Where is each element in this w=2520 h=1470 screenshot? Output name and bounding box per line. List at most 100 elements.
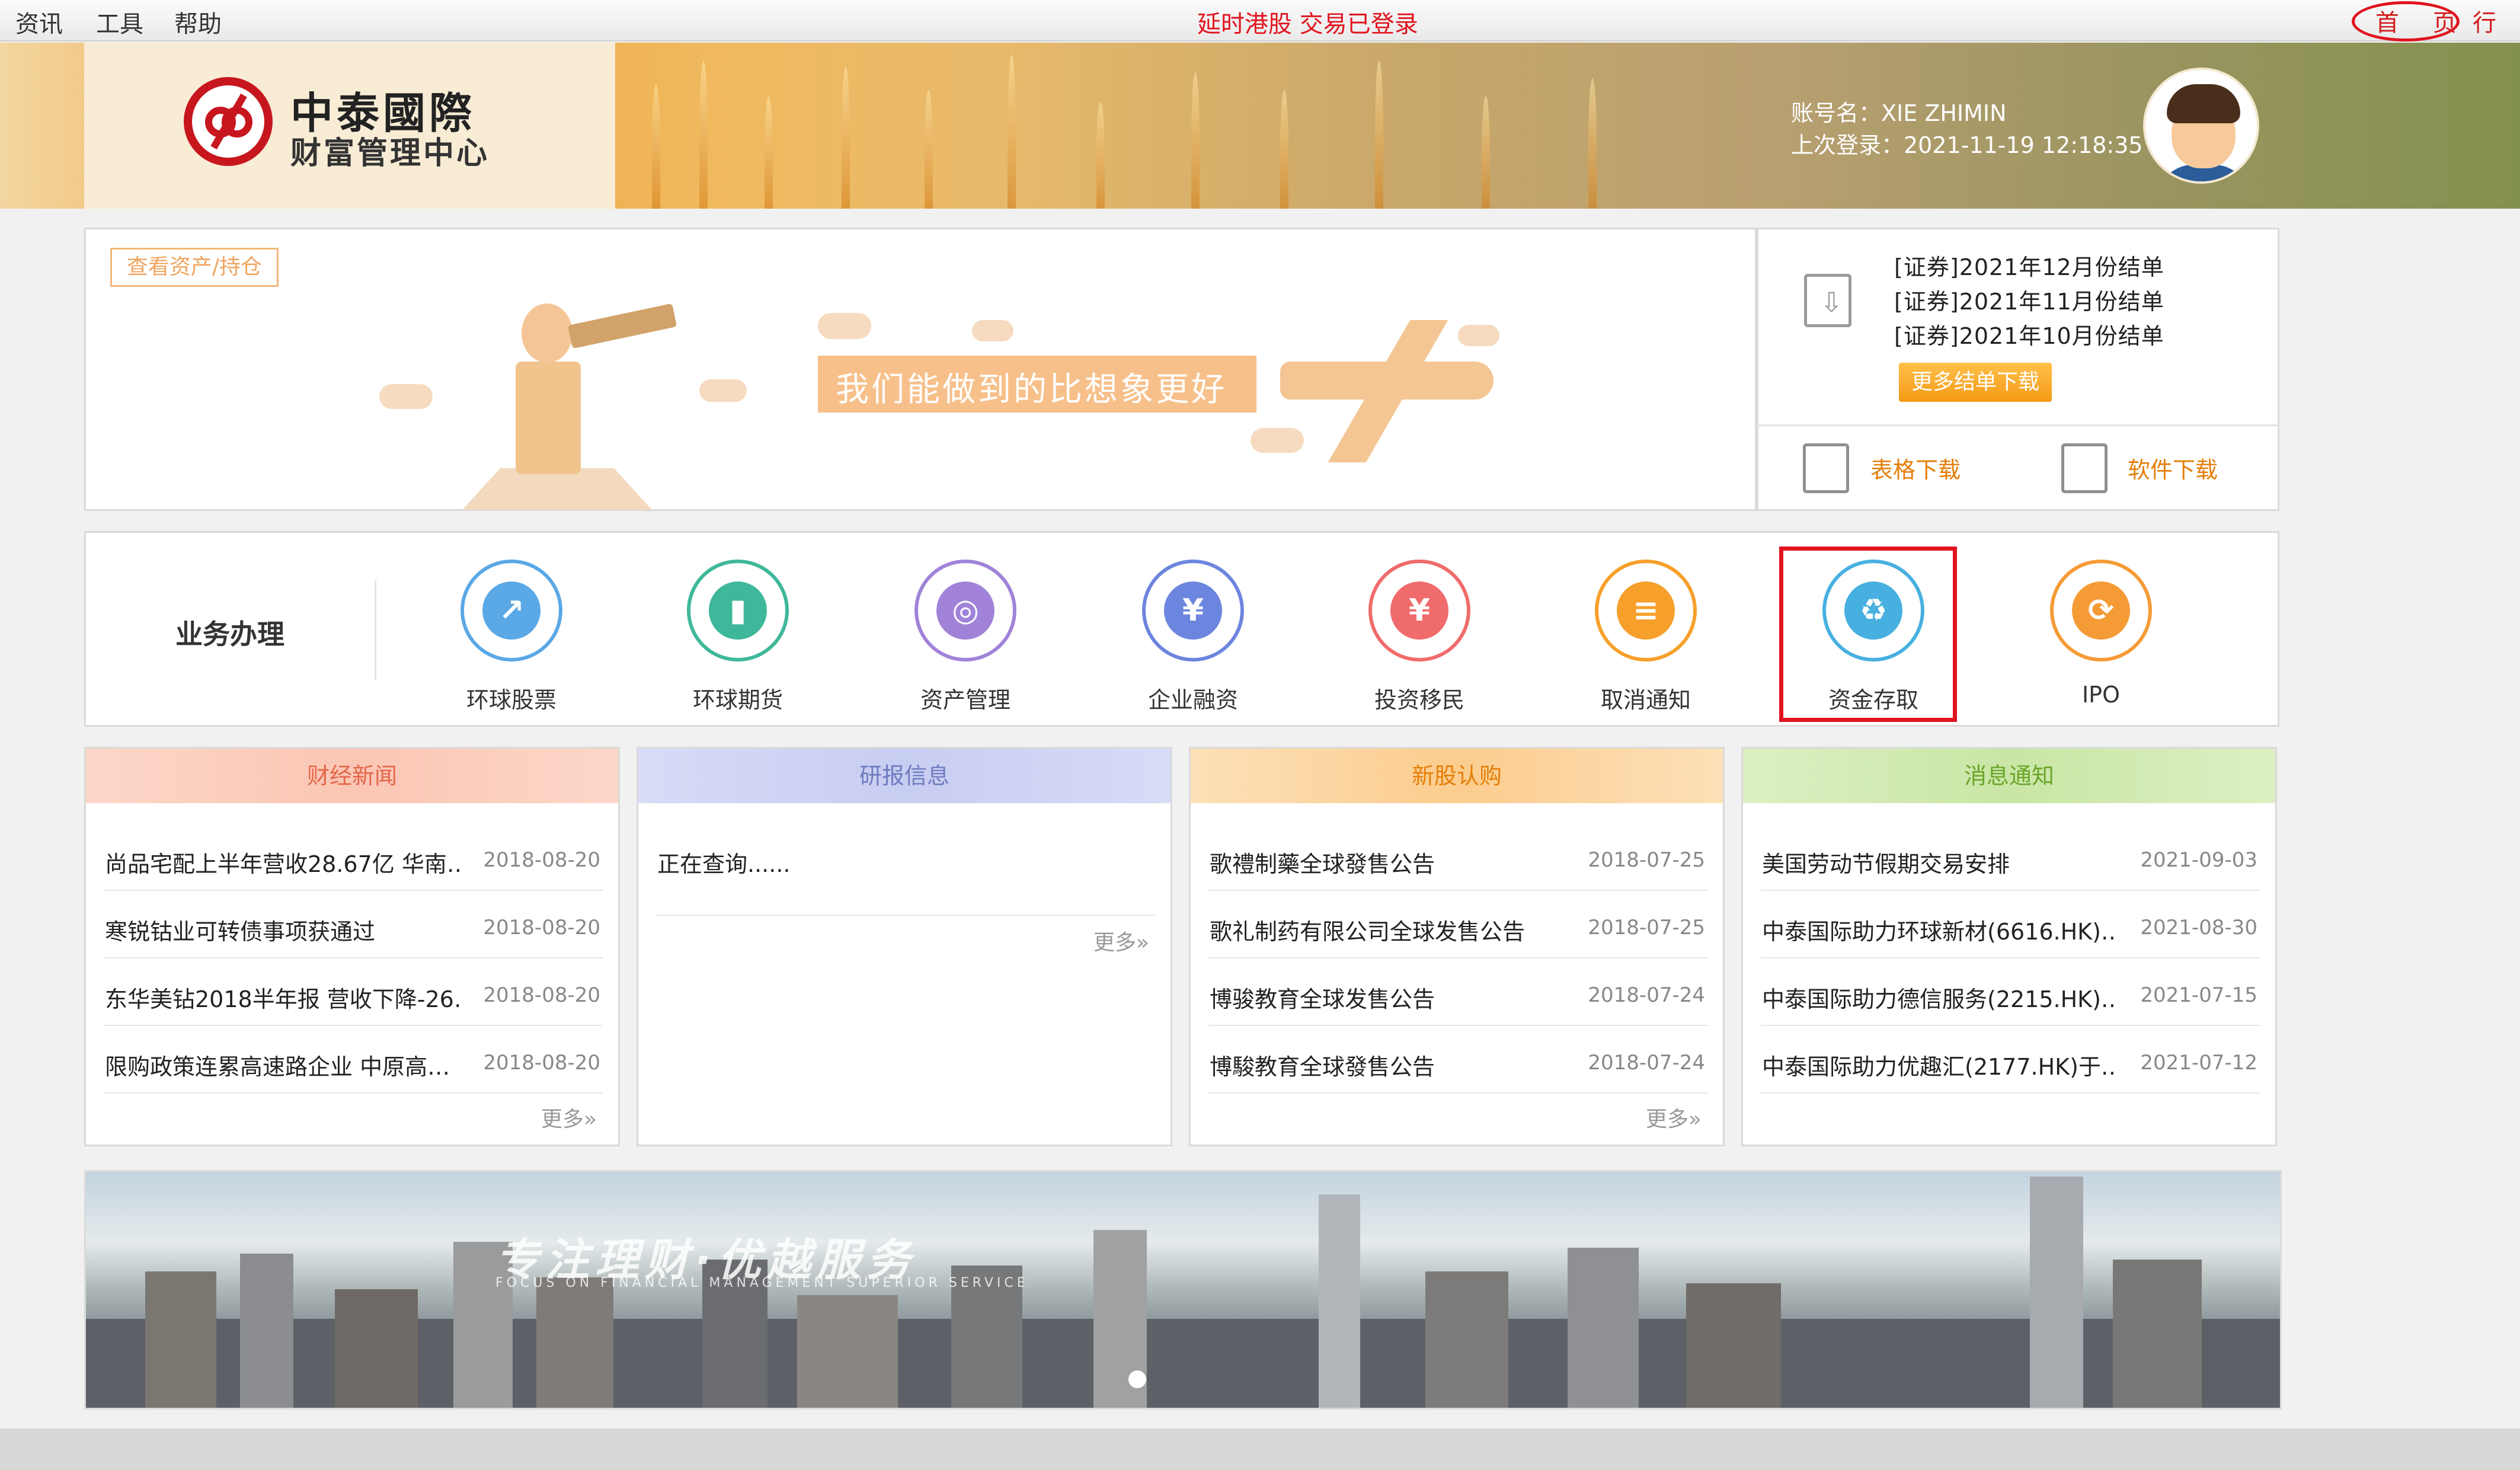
card-title: 财经新闻: [86, 749, 618, 803]
news-title: 中泰国际助力德信服务(2215.HK)…: [1762, 986, 2118, 1012]
view-assets-button[interactable]: 查看资产/持仓: [110, 248, 279, 287]
ipo-subscription-card: 新股认购 歌禮制藥全球發售公告 2018-07-25 歌礼制药有限公司全球发售公…: [1189, 747, 1725, 1146]
list-item[interactable]: 博駿教育全球發售公告 2018-07-24: [1208, 1026, 1707, 1094]
card-title: 新股认购: [1191, 749, 1723, 803]
menu-tools[interactable]: 工具: [96, 5, 143, 39]
company-subtitle: 财富管理中心: [290, 136, 490, 171]
list-item[interactable]: 尚品宅配上半年营收28.67亿 华南… 2018-08-20: [104, 823, 603, 891]
list-item[interactable]: 歌禮制藥全球發售公告 2018-07-25: [1208, 823, 1707, 891]
service-corporate-finance[interactable]: ¥ 企业融资: [1119, 560, 1267, 714]
services-title: 业务办理: [175, 618, 284, 650]
divider: [375, 580, 376, 680]
document-icon: ≡: [1595, 560, 1697, 662]
service-fund-transfer[interactable]: ♻ 资金存取: [1799, 560, 1947, 714]
divider: [1757, 424, 2279, 426]
list-item[interactable]: 美国劳动节假期交易安排 2021-09-03: [1761, 823, 2260, 891]
news-title: 博駿教育全球發售公告: [1210, 1054, 1435, 1080]
news-date: 2021-07-15: [2140, 983, 2257, 1007]
service-label: 企业融资: [1147, 687, 1238, 713]
avatar[interactable]: [2143, 68, 2259, 184]
refresh-icon: ⟳: [2050, 560, 2152, 662]
news-date: 2021-09-03: [2140, 848, 2257, 872]
list-item[interactable]: 中泰国际助力德信服务(2215.HK)… 2021-07-15: [1761, 958, 2260, 1026]
service-cancel-notice[interactable]: ≡ 取消通知: [1572, 560, 1720, 714]
news-title: 寒锐钴业可转债事项获通过: [105, 919, 376, 945]
service-label: 资金存取: [1828, 687, 1918, 713]
nav-more-link[interactable]: 行: [2473, 4, 2496, 38]
service-ipo[interactable]: ⟳ IPO: [2027, 560, 2175, 708]
more-link[interactable]: 更多»: [541, 1102, 597, 1133]
list-item: 正在查询......: [656, 823, 1155, 916]
list-item[interactable]: 限购政策连累高速路企业 中原高… 2018-08-20: [104, 1026, 603, 1094]
statement-link[interactable]: [证券]2021年10月份结单: [1894, 318, 2164, 350]
notices-card: 消息通知 美国劳动节假期交易安排 2021-09-03 中泰国际助力环球新材(6…: [1741, 747, 2277, 1146]
more-link[interactable]: 更多»: [1093, 925, 1149, 956]
promo-slogan: 我们能做到的比想象更好: [836, 370, 1227, 409]
list-item[interactable]: 博骏教育全球发售公告 2018-07-24: [1208, 958, 1707, 1026]
list-item[interactable]: 歌礼制药有限公司全球发售公告 2018-07-25: [1208, 891, 1707, 958]
news-date: 2021-08-30: [2140, 916, 2257, 939]
company-logo-icon: [184, 77, 273, 166]
news-title: 博骏教育全球发售公告: [1210, 986, 1435, 1012]
news-date: 2018-08-20: [483, 1051, 600, 1075]
news-title: 东华美钻2018半年报 营收下降-26…: [105, 986, 460, 1012]
globe-recycle-icon: ♻: [1822, 560, 1924, 662]
research-card: 研报信息 正在查询...... 更多»: [637, 747, 1172, 1146]
city-banner[interactable]: [84, 1170, 2282, 1410]
service-label: 资产管理: [920, 687, 1010, 713]
news-date: 2021-07-12: [2140, 1051, 2257, 1075]
cloud-decoration: [379, 384, 433, 409]
card-title: 研报信息: [638, 749, 1171, 803]
stock-chart-icon: ↗: [460, 560, 562, 662]
service-global-futures[interactable]: ▮ 环球期货: [664, 560, 812, 714]
footer-bar: [0, 1429, 2520, 1470]
statement-link[interactable]: [证券]2021年12月份结单: [1894, 249, 2164, 282]
service-asset-management[interactable]: ◎ 资产管理: [891, 560, 1040, 714]
more-link[interactable]: 更多»: [1646, 1102, 1702, 1133]
banner-subtitle: FOCUS ON FINANCIAL MANAGEMENT SUPERIOR S…: [495, 1276, 1029, 1290]
menu-news[interactable]: 资讯: [15, 5, 63, 39]
form-download-link[interactable]: 表格下载: [1870, 452, 1961, 484]
home-highlight-oval: [2352, 1, 2460, 41]
man-illustration: [516, 362, 581, 474]
news-date: 2018-07-25: [1588, 848, 1705, 872]
finance-news-card: 财经新闻 尚品宅配上半年营收28.67亿 华南… 2018-08-20 寒锐钴业…: [84, 747, 620, 1146]
trading-status-notice: 延时港股 交易已登录: [1197, 11, 1418, 38]
news-title: 歌禮制藥全球發售公告: [1210, 851, 1435, 877]
news-date: 2018-08-20: [483, 916, 600, 939]
card-title: 消息通知: [1743, 749, 2275, 803]
more-statements-button[interactable]: 更多结单下载: [1899, 363, 2052, 402]
form-document-icon: [1803, 443, 1849, 493]
man-head-illustration: [522, 303, 573, 363]
service-global-stocks[interactable]: ↗ 环球股票: [437, 560, 586, 714]
news-date: 2018-07-24: [1588, 1051, 1705, 1075]
news-date: 2018-08-20: [483, 848, 600, 872]
menu-help[interactable]: 帮助: [174, 5, 222, 39]
service-label: IPO: [2081, 682, 2121, 708]
account-name: 账号名：XIE ZHIMIN: [1791, 100, 2007, 126]
list-item[interactable]: 中泰国际助力优趣汇(2177.HK)于… 2021-07-12: [1761, 1026, 2260, 1094]
carousel-dot[interactable]: [1128, 1370, 1146, 1388]
service-label: 环球期货: [692, 687, 783, 713]
hand-money-icon: ¥: [1368, 560, 1470, 662]
calendar-download-icon: ⇩: [1804, 274, 1851, 327]
list-item[interactable]: 东华美钻2018半年报 营收下降-26… 2018-08-20: [104, 958, 603, 1026]
news-date: 2018-08-20: [483, 983, 600, 1007]
list-item[interactable]: 寒锐钴业可转债事项获通过 2018-08-20: [104, 891, 603, 958]
news-date: 2018-07-25: [1588, 916, 1705, 939]
news-title: 美国劳动节假期交易安排: [1762, 851, 2010, 877]
cloud-decoration: [1458, 325, 1499, 346]
last-login-time: 上次登录：2021-11-19 12:18:35: [1791, 132, 2143, 158]
service-investment-immigration[interactable]: ¥ 投资移民: [1345, 560, 1494, 714]
news-title: 中泰国际助力环球新材(6616.HK)…: [1762, 919, 2118, 945]
bar-chart-icon: ▮: [687, 560, 789, 662]
money-bag-icon: ¥: [1142, 560, 1244, 662]
cloud-decoration: [818, 313, 871, 339]
statement-link[interactable]: [证券]2021年11月份结单: [1894, 283, 2164, 316]
software-download-icon: [2061, 443, 2108, 493]
news-title: 尚品宅配上半年营收28.67亿 华南…: [105, 851, 460, 877]
software-download-link[interactable]: 软件下载: [2128, 452, 2218, 484]
list-item[interactable]: 中泰国际助力环球新材(6616.HK)… 2021-08-30: [1761, 891, 2260, 958]
cloud-decoration: [699, 379, 747, 402]
service-label: 环球股票: [466, 687, 557, 713]
